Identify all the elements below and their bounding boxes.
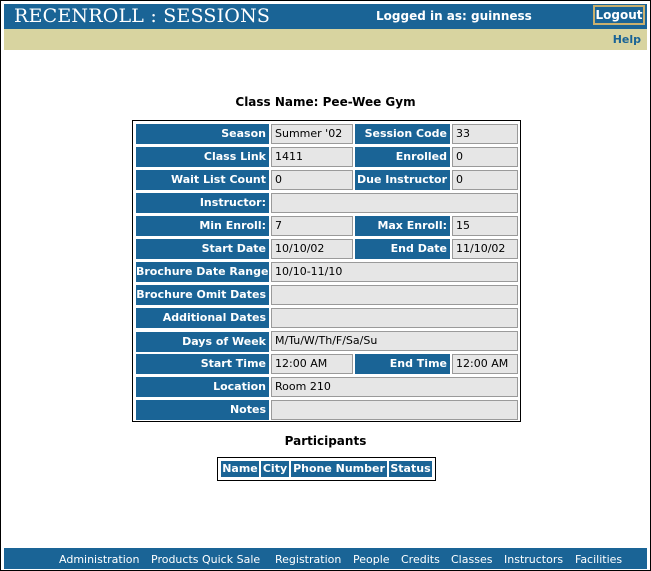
session-details-table: Season Summer '02 Session Code 33 Class … xyxy=(132,120,521,422)
class-link-label: Class Link xyxy=(136,147,269,167)
class-link-value: 1411 xyxy=(271,147,353,167)
logged-in-user: Logged in as: guinness xyxy=(376,9,532,23)
due-instructor-label: Due Instructor xyxy=(355,170,450,190)
location-label: Location xyxy=(136,377,269,397)
column-header-name: Name xyxy=(221,461,259,477)
season-label: Season xyxy=(136,124,269,144)
instructor-label: Instructor: xyxy=(136,193,269,213)
class-name-heading: Class Name: Pee-Wee Gym xyxy=(235,95,416,109)
end-time-value: 12:00 AM xyxy=(452,354,518,374)
enrolled-value: 0 xyxy=(452,147,518,167)
footer-nav: Administration Products Quick Sale Regis… xyxy=(4,548,647,569)
help-link[interactable]: Help xyxy=(613,33,641,46)
start-time-label: Start Time xyxy=(136,354,269,374)
start-date-value: 10/10/02 xyxy=(271,239,353,259)
days-value: M/Tu/W/Th/F/Sa/Su xyxy=(271,331,518,351)
nav-people[interactable]: People xyxy=(353,553,390,566)
session-code-label: Session Code xyxy=(355,124,450,144)
logout-button[interactable]: Logout xyxy=(593,5,645,25)
column-header-status: Status xyxy=(389,461,432,477)
nav-registration[interactable]: Registration xyxy=(275,553,341,566)
column-header-city: City xyxy=(261,461,289,477)
min-enroll-value: 7 xyxy=(271,216,353,236)
nav-facilities[interactable]: Facilities xyxy=(575,553,622,566)
instructor-value xyxy=(271,193,518,213)
nav-classes[interactable]: Classes xyxy=(451,553,492,566)
brochure-range-label: Brochure Date Range xyxy=(136,262,269,282)
max-enroll-label: Max Enroll: xyxy=(355,216,450,236)
brochure-omit-value xyxy=(271,285,518,305)
additional-dates-value xyxy=(271,308,518,328)
notes-label: Notes xyxy=(136,400,269,420)
start-date-label: Start Date xyxy=(136,239,269,259)
season-value: Summer '02 xyxy=(271,124,353,144)
enrolled-label: Enrolled xyxy=(355,147,450,167)
top-bar: RECENROLL : SESSIONS Logged in as: guinn… xyxy=(4,4,647,29)
due-instructor-value: 0 xyxy=(452,170,518,190)
nav-products-quick-sale[interactable]: Products Quick Sale xyxy=(151,553,260,566)
wait-list-value: 0 xyxy=(271,170,353,190)
nav-credits[interactable]: Credits xyxy=(401,553,440,566)
end-time-label: End Time xyxy=(355,354,450,374)
participants-table: Name City Phone Number Status xyxy=(217,457,436,481)
min-enroll-label: Min Enroll: xyxy=(136,216,269,236)
help-bar: Help xyxy=(4,29,647,50)
location-value: Room 210 xyxy=(271,377,518,397)
end-date-value: 11/10/02 xyxy=(452,239,518,259)
brochure-omit-label: Brochure Omit Dates xyxy=(136,285,269,305)
notes-value xyxy=(271,400,518,420)
nav-instructors[interactable]: Instructors xyxy=(504,553,563,566)
nav-administration[interactable]: Administration xyxy=(59,553,140,566)
participants-heading: Participants xyxy=(284,434,367,448)
days-label: Days of Week xyxy=(136,332,269,352)
app-title: RECENROLL : SESSIONS xyxy=(14,5,271,27)
wait-list-label: Wait List Count xyxy=(136,170,269,190)
max-enroll-value: 15 xyxy=(452,216,518,236)
column-header-phone: Phone Number xyxy=(291,461,387,477)
end-date-label: End Date xyxy=(355,239,450,259)
brochure-range-value: 10/10-11/10 xyxy=(271,262,518,282)
start-time-value: 12:00 AM xyxy=(271,354,353,374)
session-code-value: 33 xyxy=(452,124,518,144)
additional-dates-label: Additional Dates xyxy=(136,308,269,328)
